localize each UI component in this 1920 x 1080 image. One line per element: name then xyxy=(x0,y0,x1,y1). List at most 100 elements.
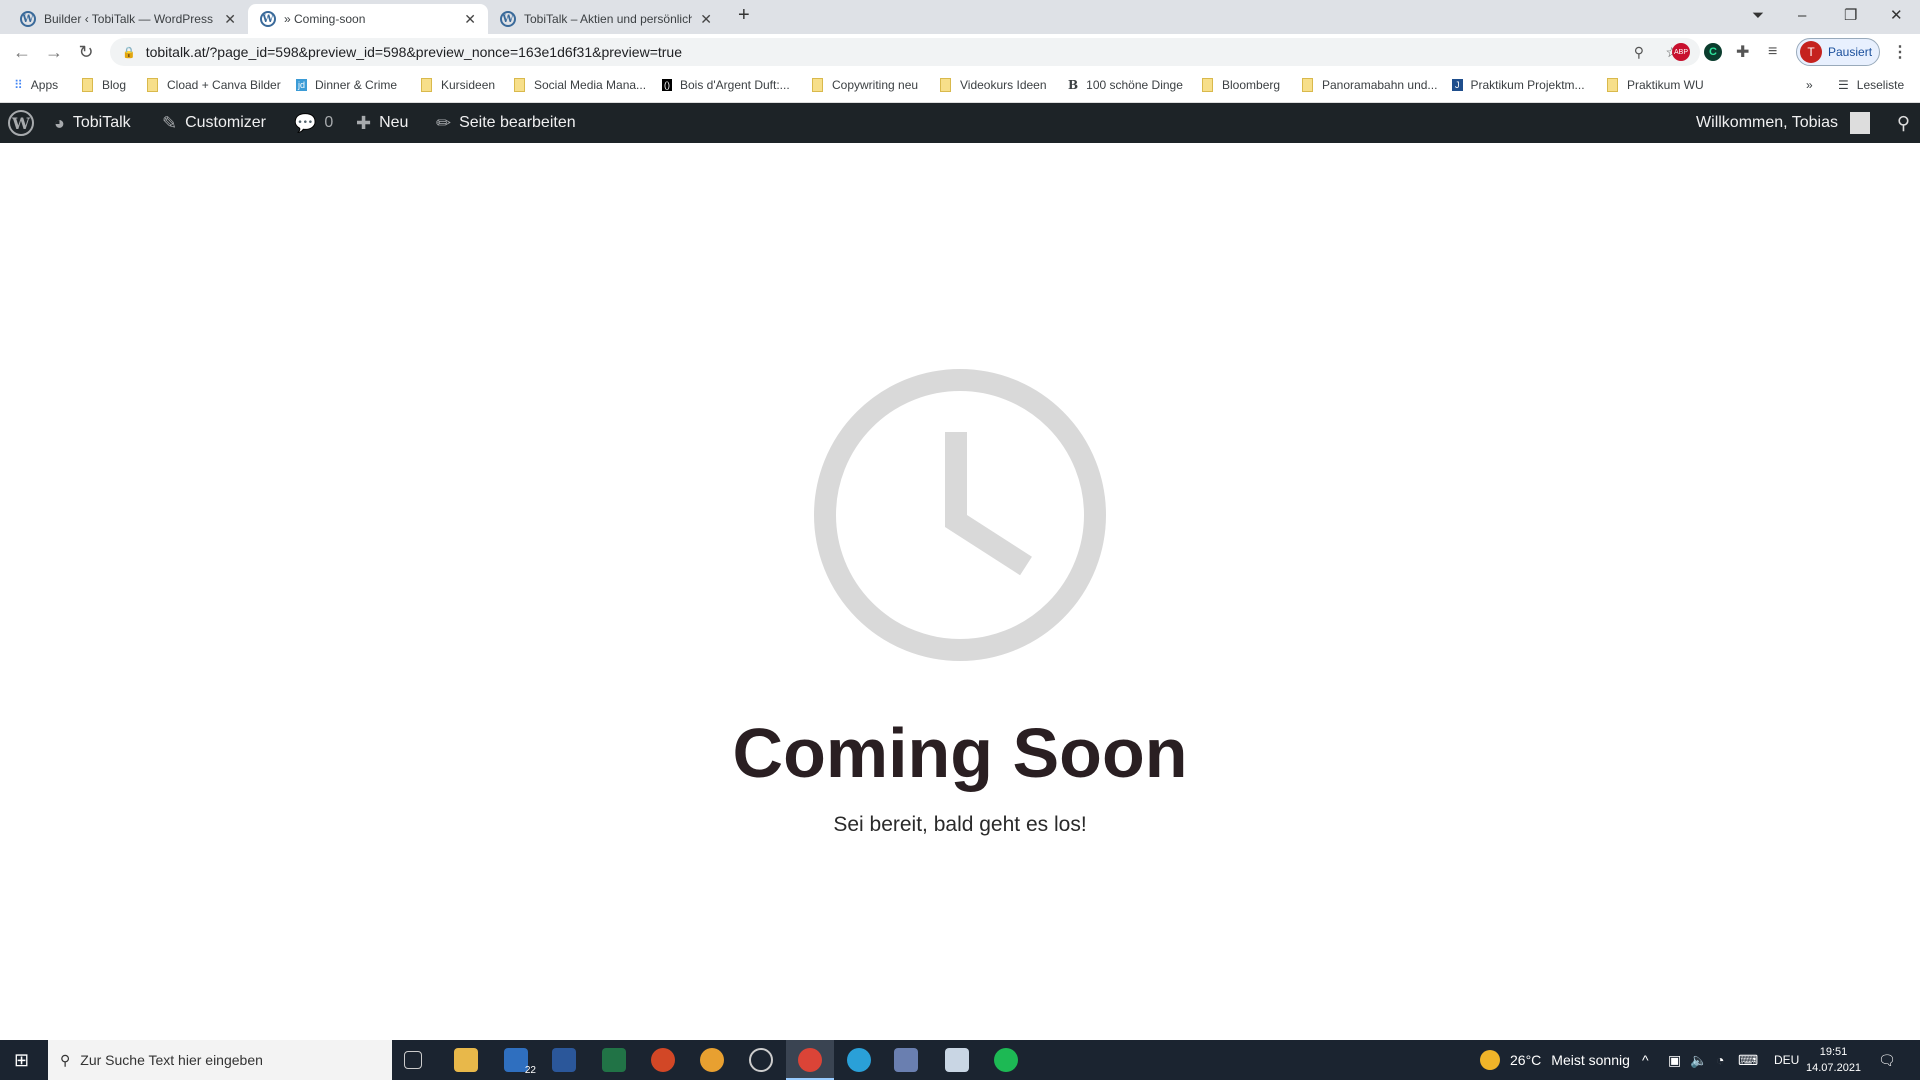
lock-icon: 🔒 xyxy=(122,46,136,59)
bookmark-copywriting[interactable]: Copywriting neu xyxy=(812,78,918,92)
wp-logo-menu[interactable]: W xyxy=(8,103,34,143)
forward-button[interactable]: → xyxy=(38,42,70,63)
app-icon-2[interactable] xyxy=(894,1048,918,1072)
comment-icon: 💬 xyxy=(294,112,317,133)
close-window-button[interactable]: ✕ xyxy=(1890,0,1903,30)
comments-link[interactable]: 💬 0 xyxy=(294,103,333,143)
folder-icon xyxy=(1302,78,1313,92)
new-tab-button[interactable]: + xyxy=(738,0,750,30)
folder-icon xyxy=(812,78,823,92)
edge-icon[interactable] xyxy=(847,1048,871,1072)
menu-icon[interactable]: ⋮ xyxy=(1892,42,1908,62)
obs-icon[interactable] xyxy=(749,1048,773,1072)
tab-builder[interactable]: W Builder ‹ TobiTalk — WordPress ✕ xyxy=(8,4,248,34)
task-view-icon[interactable] xyxy=(404,1051,422,1069)
tray-overflow-icon[interactable]: ^ xyxy=(1642,1040,1649,1080)
notepad-icon[interactable] xyxy=(945,1048,969,1072)
powerpoint-icon[interactable] xyxy=(651,1048,675,1072)
tab-search-icon[interactable]: ⏷ xyxy=(1752,0,1764,30)
close-tab-icon[interactable]: ✕ xyxy=(224,11,236,28)
keyboard-icon[interactable]: ⌨ xyxy=(1738,1040,1758,1080)
volume-icon[interactable]: 🔈 xyxy=(1690,1040,1707,1080)
bookmark-cload[interactable]: Cload + Canva Bilder xyxy=(147,78,281,92)
bookmark-dinner[interactable]: jd Dinner & Crime xyxy=(296,78,397,92)
chrome-taskbar-button[interactable] xyxy=(786,1040,834,1080)
bookmark-praktikum-wu[interactable]: Praktikum WU xyxy=(1607,78,1704,92)
toolbar: ← → ↻ 🔒 tobitalk.at/?page_id=598&preview… xyxy=(0,34,1920,70)
bookmark-social[interactable]: Social Media Mana... xyxy=(514,78,646,92)
reading-list-icon: ☰ xyxy=(1838,78,1849,92)
extensions-icon[interactable]: ✚ xyxy=(1736,42,1749,62)
spotify-icon[interactable] xyxy=(994,1048,1018,1072)
weather-sun-icon xyxy=(1480,1050,1500,1070)
wifi-icon[interactable]: ◔ xyxy=(1716,1040,1724,1080)
wp-admin-bar: W ◕ TobiTalk ✎ Customizer 💬 0 ✚ Neu ✏ Seite b… xyxy=(0,103,1920,143)
grammarly-icon[interactable]: C xyxy=(1704,43,1722,61)
close-tab-icon[interactable]: ✕ xyxy=(464,11,476,28)
tab-strip: W Builder ‹ TobiTalk — WordPress ✕ W» Comi… xyxy=(0,0,1920,34)
more-bookmarks-icon[interactable]: » xyxy=(1806,78,1813,92)
bookmark-panoramabahn[interactable]: Panoramabahn und... xyxy=(1302,78,1437,92)
j-icon: J xyxy=(1452,79,1463,91)
file-explorer-icon[interactable] xyxy=(454,1048,478,1072)
bois-icon: () xyxy=(662,79,672,91)
profile-button[interactable]: T Pausiert xyxy=(1796,38,1880,66)
pencil-icon: ✏ xyxy=(436,112,452,133)
folder-icon xyxy=(940,78,951,92)
wordpress-icon: W xyxy=(20,11,36,27)
start-button[interactable]: ⊞ xyxy=(14,1050,29,1071)
plus-icon: ✚ xyxy=(356,112,372,133)
admin-search-icon[interactable]: ⚲ xyxy=(1897,103,1910,143)
reading-list[interactable]: ☰ Leseliste xyxy=(1838,78,1904,92)
folder-icon xyxy=(1607,78,1618,92)
jd-icon: jd xyxy=(296,79,308,91)
bookmark-bois[interactable]: () Bois d'Argent Duft:... xyxy=(662,78,790,92)
bookmark-bloomberg[interactable]: Bloomberg xyxy=(1202,78,1280,92)
bookmark-apps[interactable]: ⠿ Apps xyxy=(14,78,58,92)
excel-icon[interactable] xyxy=(602,1048,626,1072)
close-tab-icon[interactable]: ✕ xyxy=(700,11,712,28)
zoom-icon[interactable]: ⚲ xyxy=(1634,44,1644,61)
back-button[interactable]: ← xyxy=(6,42,38,63)
notifications-icon[interactable]: 🗨 xyxy=(1878,1040,1896,1080)
edit-page-link[interactable]: ✏ Seite bearbeiten xyxy=(436,103,576,143)
coming-soon-page: Coming Soon Sei bereit, bald geht es los… xyxy=(0,143,1920,1040)
mail-icon[interactable]: 22 xyxy=(504,1048,536,1076)
bookmark-praktikum-projekt[interactable]: J Praktikum Projektm... xyxy=(1452,78,1585,92)
new-content-menu[interactable]: ✚ Neu xyxy=(356,103,408,143)
tab-coming-soon[interactable]: W» Coming-soon ✕ xyxy=(248,4,488,34)
restore-button[interactable]: ❐ xyxy=(1844,0,1857,30)
brush-icon: ✎ xyxy=(162,112,178,133)
word-icon[interactable] xyxy=(552,1048,576,1072)
weather-widget[interactable]: 26°C Meist sonnig xyxy=(1480,1040,1630,1080)
minimize-button[interactable]: – xyxy=(1798,0,1806,30)
windows-taskbar: ⊞ ⚲ Zur Suche Text hier eingeben 22 26°C M… xyxy=(0,1040,1920,1080)
bookmark-kursideen[interactable]: Kursideen xyxy=(421,78,495,92)
taskbar-search[interactable]: ⚲ Zur Suche Text hier eingeben xyxy=(48,1040,392,1080)
page-title: Coming Soon xyxy=(732,714,1188,792)
bookmark-100-dinge[interactable]: B 100 schöne Dinge xyxy=(1068,78,1183,92)
chrome-icon xyxy=(798,1048,822,1072)
address-bar[interactable]: 🔒 tobitalk.at/?page_id=598&preview_id=59… xyxy=(110,38,1700,66)
avatar xyxy=(1850,112,1870,134)
dashboard-icon: ◕ xyxy=(54,112,65,133)
clock-icon xyxy=(814,369,1106,661)
bookmark-blog[interactable]: Blog xyxy=(82,78,126,92)
customizer-link[interactable]: ✎ Customizer xyxy=(162,103,266,143)
folder-icon xyxy=(514,78,525,92)
clock[interactable]: 19:51 14.07.2021 xyxy=(1806,1040,1861,1080)
wordpress-logo-icon: W xyxy=(8,110,34,136)
bookmark-videokurs[interactable]: Videokurs Ideen xyxy=(940,78,1047,92)
language-indicator[interactable]: DEU xyxy=(1774,1040,1799,1080)
apps-grid-icon: ⠿ xyxy=(14,78,23,92)
reload-button[interactable]: ↻ xyxy=(70,42,102,63)
site-name-menu[interactable]: ◕ TobiTalk xyxy=(54,103,131,143)
app-icon[interactable] xyxy=(700,1048,724,1072)
tab-tobitalk[interactable]: W TobiTalk – Aktien und persönliche ✕ xyxy=(488,4,724,34)
adblock-icon[interactable]: ABP xyxy=(1672,43,1690,61)
meet-icon[interactable]: ▣ xyxy=(1668,1040,1681,1080)
account-menu[interactable]: Willkommen, Tobias xyxy=(1696,103,1870,143)
bookmarks-bar: ⠿ Apps Blog Cload + Canva Bilder jd Dinner… xyxy=(0,70,1920,103)
media-icon[interactable]: ≡ xyxy=(1768,43,1777,61)
wordpress-icon: W xyxy=(500,11,516,27)
